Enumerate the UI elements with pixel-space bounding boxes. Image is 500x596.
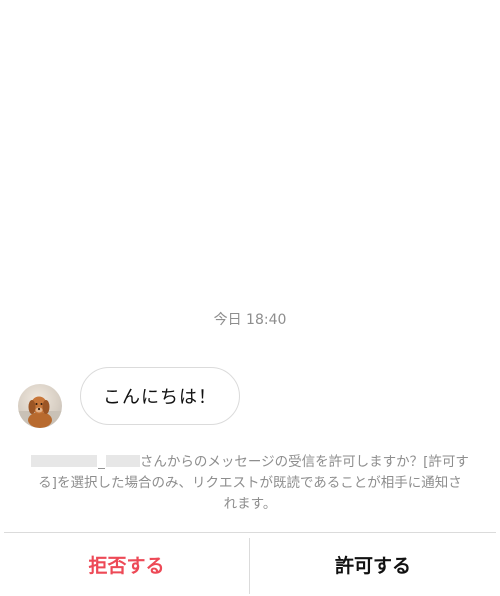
request-text-line2: る]を選択した場合のみ、リクエストが既読であることが相手に通知さ xyxy=(38,475,462,491)
message-bubble[interactable]: こんにちは！ xyxy=(80,367,240,425)
request-text-line1: さんからのメッセージの受信を許可しますか？[許可す xyxy=(139,454,469,470)
masked-username-part xyxy=(31,455,98,467)
sender-avatar[interactable] xyxy=(18,384,62,428)
decline-button[interactable]: 拒否する xyxy=(4,533,249,595)
request-text-line3: れます。 xyxy=(223,496,277,512)
dog-avatar-icon xyxy=(18,396,62,428)
username-separator: _ xyxy=(98,454,105,470)
accept-button[interactable]: 許可する xyxy=(250,533,496,595)
message-request-notice: _ さんからのメッセージの受信を許可しますか？[許可す る]を選択した場合のみ、リ… xyxy=(12,452,488,515)
masked-username-part xyxy=(105,455,140,467)
decline-button-label: 拒否する xyxy=(88,554,165,577)
message-timestamp: 今日 18:40 xyxy=(213,312,287,328)
message-text: こんにちは！ xyxy=(103,387,217,408)
accept-button-label: 許可する xyxy=(334,554,411,577)
